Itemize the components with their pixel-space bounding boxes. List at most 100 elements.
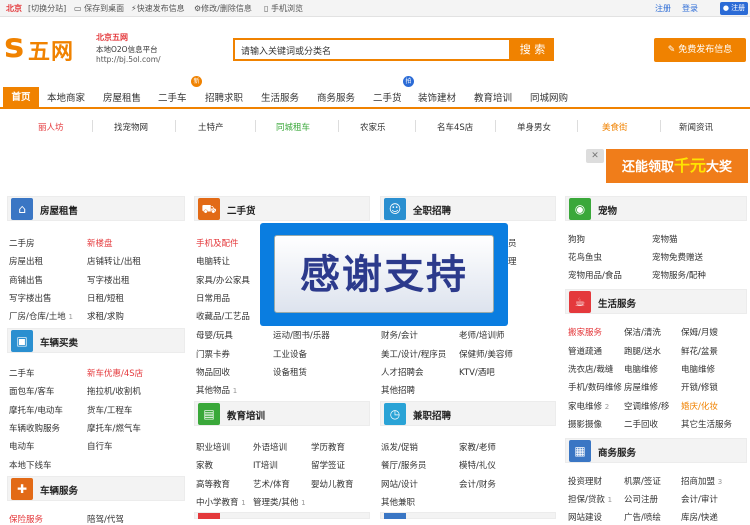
link-photography[interactable]: 摄影摄像 [568, 418, 602, 430]
link-insurance[interactable]: 保险服务 [9, 513, 43, 525]
nav-item-decoration[interactable]: 装饰建材 [418, 90, 456, 104]
save-desktop-link[interactable]: ▭ 保存到桌面 [74, 3, 124, 14]
link-vocational[interactable]: 职业培训 [196, 441, 230, 453]
category-title[interactable]: 二手货 [227, 203, 256, 217]
link-arts-sports[interactable]: 艺术/体育 [253, 478, 290, 490]
link-tractor[interactable]: 拖拉机/收割机 [87, 385, 141, 397]
link-house-rent[interactable]: 房屋出租 [9, 255, 43, 267]
link-used-car[interactable]: 二手车 [9, 367, 35, 379]
link-moving[interactable]: 搬家服务 [568, 326, 602, 338]
link-recycle[interactable]: 物品回收 [196, 366, 230, 378]
link-tutor[interactable]: 家教 [196, 459, 213, 471]
subnav-pets[interactable]: 找宠物网 [114, 121, 148, 133]
link-offline-car[interactable]: 本地下线车 [9, 459, 52, 471]
link-birds-fish[interactable]: 花鸟鱼虫 [568, 251, 602, 263]
link-finance-job[interactable]: 财务/会计 [381, 329, 418, 341]
link-management[interactable]: 管理类/其他 1 [253, 496, 306, 508]
link-other-parttime[interactable]: 其他兼职 [381, 496, 415, 508]
link-web-job[interactable]: 网站/设计 [381, 478, 418, 490]
link-k12[interactable]: 中小学教育 1 [196, 496, 246, 508]
nav-item-used-car[interactable]: 二手车 [158, 90, 187, 104]
subnav-food-street[interactable]: 美食街 [602, 121, 628, 133]
link-collectibles[interactable]: 收藏品/工艺品 [196, 310, 250, 322]
link-beauty-job[interactable]: 保健师/美容师 [459, 348, 513, 360]
link-new-building[interactable]: 新楼盘 [87, 237, 113, 249]
register-link[interactable]: 注册 [655, 3, 671, 14]
link-shop-transfer[interactable]: 店铺转让/出租 [87, 255, 141, 267]
link-moto-gas[interactable]: 摩托车/燃气车 [87, 422, 141, 434]
link-teacher-job[interactable]: 老师/培训师 [459, 329, 504, 341]
link-office-sale[interactable]: 写字楼出售 [9, 292, 52, 304]
link-web-build[interactable]: 网站建设 [568, 511, 602, 523]
link-other-goods[interactable]: 其他物品 1 [196, 384, 237, 396]
link-ac-repair[interactable]: 空调维修/移 [624, 400, 669, 412]
link-other-life[interactable]: 其它生活服务 [681, 418, 732, 430]
nav-home[interactable]: 首页 [3, 87, 39, 109]
category-title[interactable]: 全职招聘 [413, 203, 451, 217]
promo-close-icon[interactable]: ✕ [586, 149, 604, 163]
link-factory[interactable]: 厂房/仓库/土地 1 [9, 310, 73, 322]
link-sports[interactable]: 运动/图书/乐器 [273, 329, 330, 341]
subnav-4s-store[interactable]: 名车4S店 [437, 121, 473, 133]
search-button[interactable]: 搜 索 [511, 38, 554, 61]
link-tickets-visa[interactable]: 机票/签证 [624, 475, 661, 487]
nav-item-jobs[interactable]: 招聘求职 [205, 90, 243, 104]
link-jobs-tail-2[interactable]: 理 [508, 255, 517, 267]
subnav-singles[interactable]: 单身男女 [517, 121, 551, 133]
link-cats[interactable]: 宠物猫 [652, 233, 678, 245]
category-title[interactable]: 宠物 [598, 203, 617, 217]
link-audit[interactable]: 会计/审计 [681, 493, 718, 505]
link-language[interactable]: 外语培训 [253, 441, 287, 453]
link-car-purchase[interactable]: 车辆收购服务 [9, 422, 60, 434]
link-daily-rent[interactable]: 日租/短租 [87, 292, 124, 304]
subnav-car-rental[interactable]: 同城租车 [276, 121, 310, 133]
category-title[interactable]: 房屋租售 [40, 203, 78, 217]
link-loans[interactable]: 担保/贷款 1 [568, 493, 612, 505]
category-title[interactable]: 商务服务 [598, 445, 636, 459]
link-company-reg[interactable]: 公司注册 [624, 493, 658, 505]
link-tickets[interactable]: 门票卡券 [196, 348, 230, 360]
link-driving[interactable]: 陪驾/代驾 [87, 513, 124, 525]
link-ev[interactable]: 电动车 [9, 440, 35, 452]
link-computer-repair-2[interactable]: 电脑维修 [681, 363, 715, 375]
nav-item-housing[interactable]: 房屋租售 [103, 90, 141, 104]
link-ads[interactable]: 广告/喷绘 [624, 511, 661, 523]
link-new-car[interactable]: 新车优惠/4S店 [87, 367, 143, 379]
nav-item-local-business[interactable]: 本地商家 [47, 90, 85, 104]
link-investment[interactable]: 投资理财 [568, 475, 602, 487]
link-appliance-repair[interactable]: 家电维修 2 [568, 400, 609, 412]
link-bicycle[interactable]: 自行车 [87, 440, 113, 452]
subnav-beauty[interactable]: 丽人坊 [38, 121, 64, 133]
subnav-farmhouse[interactable]: 农家乐 [360, 121, 386, 133]
category-title[interactable]: 车辆服务 [40, 483, 78, 497]
link-baby[interactable]: 母婴/玩具 [196, 329, 233, 341]
link-truck[interactable]: 货车/工程车 [87, 404, 132, 416]
nav-item-education[interactable]: 教育培训 [474, 90, 512, 104]
link-equipment-rent[interactable]: 设备租赁 [273, 366, 307, 378]
link-job-fair[interactable]: 人才招聘会 [381, 366, 424, 378]
link-waiter-job[interactable]: 餐厅/服务员 [381, 459, 426, 471]
link-degree[interactable]: 学历教育 [311, 441, 345, 453]
link-furniture[interactable]: 家具/办公家具 [196, 274, 250, 286]
link-house-repair[interactable]: 房屋维修 [624, 381, 658, 393]
link-other-job[interactable]: 其他招聘 [381, 384, 415, 396]
link-franchise[interactable]: 招商加盟 3 [681, 475, 722, 487]
link-dogs[interactable]: 狗狗 [568, 233, 585, 245]
link-nanny[interactable]: 保姆/月嫂 [681, 326, 718, 338]
switch-city-link[interactable]: [切换分站] [28, 3, 66, 14]
link-free-pets[interactable]: 宠物免费赠送 [652, 251, 703, 263]
link-pet-supplies[interactable]: 宠物用品/食品 [568, 269, 622, 281]
link-errands[interactable]: 跑腿/送水 [624, 345, 661, 357]
link-warehouse[interactable]: 库房/快递 [681, 511, 718, 523]
nav-item-life-service[interactable]: 生活服务 [261, 90, 299, 104]
link-tutor-job[interactable]: 家教/老师 [459, 441, 496, 453]
link-laundry[interactable]: 洗衣店/裁缝 [568, 363, 613, 375]
search-input[interactable]: 请输入关键词或分类名 [233, 38, 511, 61]
free-post-button[interactable]: ✎ 免费发布信息 [654, 38, 746, 62]
link-seek-rent[interactable]: 求租/求购 [87, 310, 124, 322]
link-it-training[interactable]: IT培训 [253, 459, 278, 471]
register-button[interactable]: ● 注册 [720, 2, 748, 15]
link-pet-services[interactable]: 宠物服务/配种 [652, 269, 706, 281]
link-study-abroad[interactable]: 留学签证 [311, 459, 345, 471]
link-shop-sale[interactable]: 商铺出售 [9, 274, 43, 286]
